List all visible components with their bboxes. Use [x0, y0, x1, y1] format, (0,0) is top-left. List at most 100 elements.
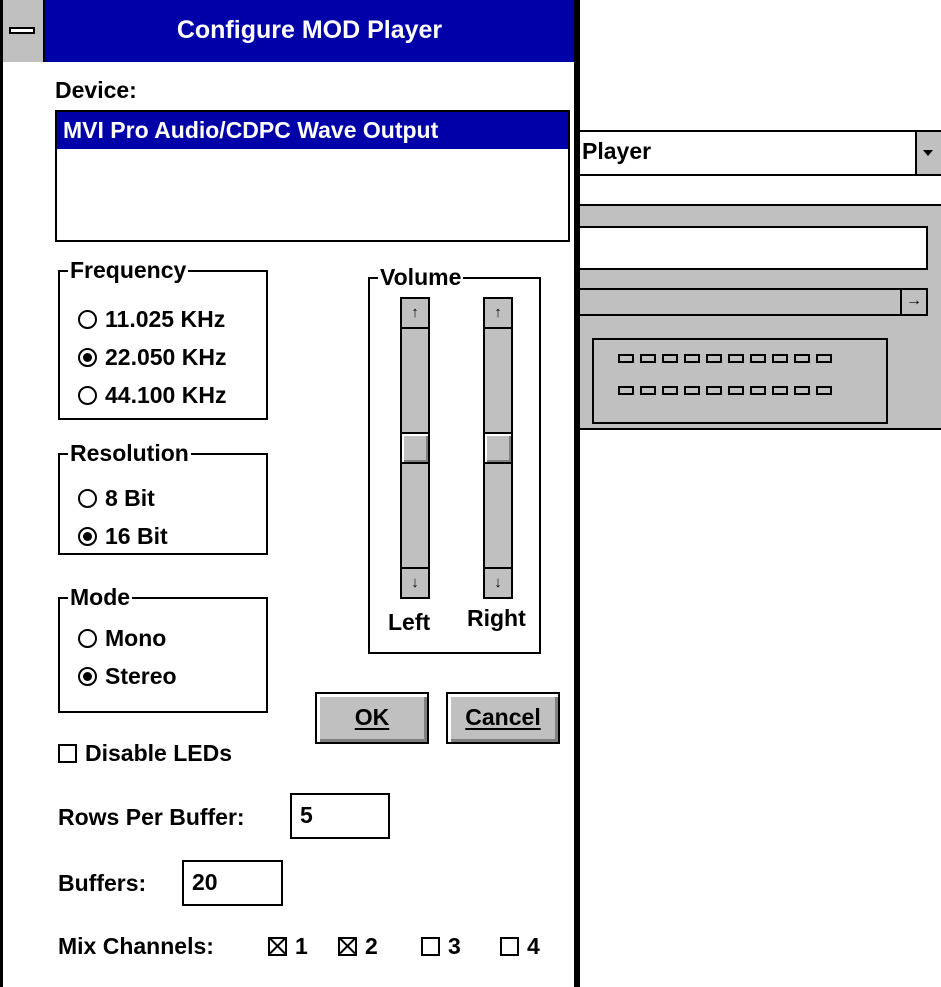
ok-button[interactable]: OK: [315, 692, 429, 744]
scroll-down-button[interactable]: ↓: [485, 567, 511, 597]
checkbox-label: Disable LEDs: [85, 740, 232, 766]
radio-circle: [78, 386, 97, 405]
resolution-group-title: Resolution: [68, 438, 191, 468]
resolution-group: Resolution 8 Bit 16 Bit: [58, 438, 268, 555]
radio-8-bit[interactable]: 8 Bit: [78, 485, 155, 512]
radio-freq-44100[interactable]: 44.100 KHz: [78, 382, 226, 409]
checkbox-label: 2: [365, 933, 378, 959]
led-indicator: [750, 386, 766, 395]
led-indicator: [772, 386, 788, 395]
mix-channel-4-checkbox[interactable]: 4: [500, 933, 540, 960]
device-list-item[interactable]: MVI Pro Audio/CDPC Wave Output: [57, 112, 568, 149]
led-indicator: [618, 386, 634, 395]
checkbox-label: 1: [295, 933, 308, 959]
player-edit-field[interactable]: [560, 226, 928, 270]
led-indicator: [794, 386, 810, 395]
player-position-scrollbar[interactable]: →: [560, 288, 928, 316]
led-indicator: [640, 354, 656, 363]
mix-channel-1-checkbox[interactable]: 1: [268, 933, 308, 960]
frequency-group: Frequency 11.025 KHz 22.050 KHz 44.100 K…: [58, 255, 268, 420]
system-menu-icon: [9, 27, 35, 34]
checkbox-box: [58, 744, 77, 763]
volume-group: Volume ↑ ↓ ↑ ↓ Left Right: [368, 262, 541, 654]
radio-label: 11.025 KHz: [105, 306, 226, 332]
radio-circle: [78, 527, 97, 546]
led-row: [618, 354, 832, 363]
mix-channels-label: Mix Channels:: [58, 933, 214, 959]
mode-group-title: Mode: [68, 582, 133, 612]
led-indicator: [772, 354, 788, 363]
led-indicator: [662, 354, 678, 363]
scroll-up-button[interactable]: ↑: [402, 299, 428, 329]
background-window: Player →: [560, 118, 941, 430]
radio-circle: [78, 629, 97, 648]
checkbox-box: [421, 937, 440, 956]
rows-per-buffer-label: Rows Per Buffer:: [58, 804, 245, 830]
player-combo[interactable]: Player: [560, 130, 941, 176]
title-bar[interactable]: Configure MOD Player: [3, 0, 574, 62]
checkbox-label: 3: [448, 933, 461, 959]
led-display: [592, 338, 888, 424]
mix-channel-2-checkbox[interactable]: 2: [338, 933, 378, 960]
cancel-button-label: Cancel: [465, 704, 541, 730]
arrow-down-icon: ↓: [494, 574, 502, 591]
radio-freq-22050[interactable]: 22.050 KHz: [78, 344, 226, 371]
checkbox-box: [338, 937, 357, 956]
led-indicator: [706, 386, 722, 395]
led-indicator: [728, 354, 744, 363]
led-indicator: [816, 386, 832, 395]
led-indicator: [816, 354, 832, 363]
mix-channel-3-checkbox[interactable]: 3: [421, 933, 461, 960]
rows-per-buffer-input[interactable]: 5: [290, 793, 390, 839]
player-combo-text: Player: [582, 138, 652, 164]
device-listbox[interactable]: MVI Pro Audio/CDPC Wave Output: [55, 110, 570, 242]
led-indicator: [640, 386, 656, 395]
radio-circle: [78, 667, 97, 686]
buffers-input[interactable]: 20: [182, 860, 283, 906]
ok-button-label: OK: [354, 704, 390, 730]
volume-left-slider[interactable]: ↑ ↓: [400, 297, 430, 599]
buffers-label: Buffers:: [58, 870, 147, 896]
led-indicator: [750, 354, 766, 363]
led-indicator: [728, 386, 744, 395]
volume-right-label: Right: [467, 605, 526, 631]
frequency-group-title: Frequency: [68, 255, 189, 285]
radio-label: 16 Bit: [105, 523, 168, 549]
scroll-right-button[interactable]: →: [900, 290, 926, 314]
radio-circle: [78, 310, 97, 329]
arrow-down-icon: ↓: [411, 574, 419, 591]
led-indicator: [618, 354, 634, 363]
volume-left-label: Left: [388, 609, 431, 635]
radio-label: Mono: [105, 625, 167, 651]
cancel-button[interactable]: Cancel: [446, 692, 560, 744]
volume-group-title: Volume: [378, 262, 464, 292]
led-indicator: [794, 354, 810, 363]
scroll-up-button[interactable]: ↑: [485, 299, 511, 329]
system-menu-button[interactable]: [3, 0, 45, 62]
led-indicator: [684, 386, 700, 395]
player-panel: →: [560, 204, 941, 430]
checkbox-box: [500, 937, 519, 956]
radio-stereo[interactable]: Stereo: [78, 663, 177, 690]
volume-right-thumb[interactable]: [485, 432, 511, 464]
led-row: [618, 386, 832, 395]
led-indicator: [662, 386, 678, 395]
radio-circle: [78, 489, 97, 508]
arrow-up-icon: ↑: [411, 304, 419, 321]
dialog-title: Configure MOD Player: [176, 16, 443, 44]
chevron-down-icon: [923, 150, 933, 156]
radio-16-bit[interactable]: 16 Bit: [78, 523, 168, 550]
volume-left-thumb[interactable]: [402, 432, 428, 464]
arrow-right-icon: →: [906, 292, 922, 309]
scroll-down-button[interactable]: ↓: [402, 567, 428, 597]
radio-mono[interactable]: Mono: [78, 625, 166, 652]
radio-circle: [78, 348, 97, 367]
volume-right-slider[interactable]: ↑ ↓: [483, 297, 513, 599]
radio-label: 44.100 KHz: [105, 382, 227, 408]
combo-dropdown-button[interactable]: [915, 132, 941, 174]
disable-leds-checkbox[interactable]: Disable LEDs: [58, 740, 232, 767]
checkbox-label: 4: [527, 933, 540, 959]
device-label: Device:: [55, 77, 137, 103]
radio-freq-11025[interactable]: 11.025 KHz: [78, 306, 225, 333]
configure-dialog: Configure MOD Player Device: MVI Pro Aud…: [0, 0, 580, 987]
